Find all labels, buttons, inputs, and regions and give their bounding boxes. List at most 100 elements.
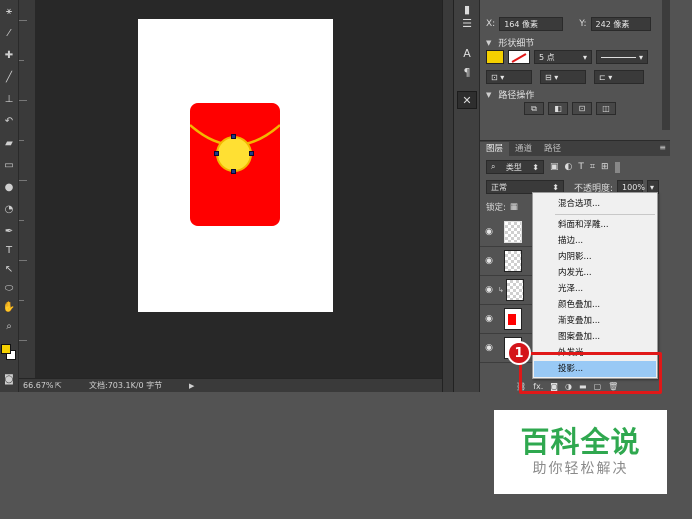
menu-item-inner-glow[interactable]: 内发光... [534, 265, 656, 281]
stroke-caps-dropdown[interactable]: ⊟ ▾ [540, 70, 586, 84]
stroke-size-value: 5 点 [539, 52, 555, 62]
anchor-point-top[interactable] [231, 134, 236, 139]
red-envelope-shape[interactable] [190, 103, 280, 226]
type-icon[interactable]: T [2, 243, 16, 257]
intersect-shape-icon[interactable]: ⊡ [572, 102, 592, 115]
character-icon[interactable]: A [457, 44, 477, 62]
dodge-icon[interactable]: ◔ [2, 202, 16, 216]
combine-shapes-icon[interactable]: ⧉ [524, 102, 544, 115]
tab-paths[interactable]: 路径 [538, 142, 567, 156]
shape-details-title: 形状细节 [498, 39, 535, 49]
menu-separator [555, 214, 655, 215]
filter-pixel-icon[interactable]: ▣ [550, 162, 559, 172]
status-bar: 66.67% ⇱ 文档:703.1K/0 字节 ▶ [19, 378, 442, 392]
layers-panel-tabs: 图层 通道 路径 [480, 141, 670, 156]
menu-item-inner-shadow[interactable]: 内阴影... [534, 249, 656, 265]
menu-item-pattern-overlay[interactable]: 图案叠加... [534, 329, 656, 345]
eye-icon[interactable]: ◉ [480, 314, 498, 324]
path-operations-title: 路径操作 [498, 91, 535, 101]
filter-shape-icon[interactable]: ⌗ [590, 162, 595, 172]
zoom-icon[interactable]: ⌕ [2, 319, 16, 333]
stroke-color-swatch[interactable] [508, 50, 530, 64]
fill-color-swatch[interactable] [486, 50, 504, 64]
y-position-field[interactable]: 242 像素 [590, 17, 651, 31]
filter-type-icon[interactable]: T [578, 162, 584, 172]
filter-adjustment-icon[interactable]: ◐ [565, 162, 573, 172]
stroke-size-field[interactable]: 5 点 ▾ [534, 50, 592, 64]
layer-thumbnail [504, 221, 522, 243]
blend-mode-value: 正常 [491, 182, 507, 192]
eye-icon[interactable]: ◉ [480, 343, 498, 353]
lock-label: 锁定: [486, 203, 506, 213]
menu-item-bevel-emboss[interactable]: 斜面和浮雕... [534, 217, 656, 233]
eraser-icon[interactable]: ▰ [2, 136, 16, 150]
layer-row[interactable]: ◉ [480, 247, 532, 276]
eye-icon[interactable]: ◉ [480, 285, 498, 295]
eyedropper-icon[interactable]: ⁄ [2, 26, 16, 40]
watermark-title: 百科全说 [520, 425, 641, 459]
menu-item-gradient-overlay[interactable]: 渐变叠加... [534, 313, 656, 329]
panel-dock: ▮ ☰ A ¶ ✕ [454, 0, 480, 392]
tab-channels[interactable]: 通道 [509, 142, 538, 156]
panel-menu-icon[interactable]: ≡ [659, 143, 666, 152]
collapse-triangle-icon[interactable]: ▼ [486, 91, 491, 99]
layer-row[interactable]: ◉ ↳ [480, 276, 532, 305]
stroke-type-dropdown[interactable]: ▾ [596, 50, 648, 64]
document-canvas[interactable] [138, 19, 333, 312]
magic-wand-icon[interactable]: ⚹ [2, 4, 16, 18]
export-icon[interactable]: ⇱ [55, 381, 69, 390]
shape-icon[interactable]: ⬭ [2, 281, 16, 295]
properties-panel: X: 164 像素 Y: 242 像素 ▼ 形状细节 5 点 ▾ ▾ ⊡ ▾ ⊟… [480, 0, 662, 130]
foreground-color-swatch[interactable] [1, 344, 11, 354]
clone-stamp-icon[interactable]: ⊥ [2, 92, 16, 106]
hand-icon[interactable]: ✋ [2, 300, 16, 314]
layer-filter-dropdown[interactable]: ⌕ 类型 ⬍ [486, 160, 544, 174]
layer-thumbnail [506, 279, 524, 301]
layer-thumbnail [504, 308, 522, 330]
eye-icon[interactable]: ◉ [480, 227, 498, 237]
stroke-align-dropdown[interactable]: ⊡ ▾ [486, 70, 532, 84]
blur-icon[interactable]: ● [2, 180, 16, 194]
filter-toggle-switch[interactable] [614, 161, 620, 173]
layer-row[interactable]: ◉ [480, 305, 532, 334]
properties-scrollbar[interactable] [662, 0, 670, 130]
stroke-corners-dropdown[interactable]: ⊏ ▾ [594, 70, 644, 84]
x-position-field[interactable]: 164 像素 [499, 17, 564, 31]
canvas-area[interactable] [36, 0, 442, 378]
anchor-point-bottom[interactable] [231, 169, 236, 174]
layer-row[interactable]: ◉ [480, 218, 532, 247]
eye-icon[interactable]: ◉ [480, 256, 498, 266]
vertical-ruler [19, 0, 36, 378]
layer-thumbnail [504, 250, 522, 272]
gradient-icon[interactable]: ▭ [2, 158, 16, 172]
anchor-point-left[interactable] [214, 151, 219, 156]
exclude-shape-icon[interactable]: ◫ [596, 102, 616, 115]
healing-brush-icon[interactable]: ✚ [2, 48, 16, 62]
quick-mask-icon[interactable]: ◙ [2, 372, 16, 386]
menu-item-color-overlay[interactable]: 颜色叠加... [534, 297, 656, 313]
lock-transparency-icon[interactable]: ▦ [510, 202, 518, 212]
pen-icon[interactable]: ✒ [2, 224, 16, 238]
dropdown-arrow-icon: ▾ [582, 52, 587, 62]
paragraph-icon[interactable]: ¶ [457, 63, 477, 81]
menu-item-blending-options[interactable]: 混合选项... [534, 196, 656, 212]
gold-coin-circle[interactable] [216, 136, 252, 172]
tool-presets-icon[interactable]: ✕ [457, 91, 477, 109]
x-label: X: [486, 19, 496, 29]
adjustments-icon[interactable]: ☰ [457, 14, 477, 32]
zoom-level[interactable]: 66.67% [23, 381, 55, 390]
tab-layers[interactable]: 图层 [480, 142, 510, 156]
anchor-point-right[interactable] [249, 151, 254, 156]
document-info: 文档:703.1K/0 字节 [89, 381, 163, 390]
filter-smart-object-icon[interactable]: ⊞ [601, 162, 609, 172]
layer-style-menu: 混合选项... 斜面和浮雕... 描边... 内阴影... 内发光... 光泽.… [532, 192, 658, 379]
history-brush-icon[interactable]: ↶ [2, 114, 16, 128]
menu-item-satin[interactable]: 光泽... [534, 281, 656, 297]
watermark-subtitle: 助你轻松解决 [532, 461, 629, 477]
menu-item-stroke[interactable]: 描边... [534, 233, 656, 249]
brush-icon[interactable]: ╱ [2, 70, 16, 84]
subtract-shape-icon[interactable]: ◧ [548, 102, 568, 115]
collapse-triangle-icon[interactable]: ▼ [486, 39, 491, 47]
path-selection-icon[interactable]: ↖ [2, 262, 16, 276]
status-menu-arrow-icon[interactable]: ▶ [189, 382, 194, 390]
